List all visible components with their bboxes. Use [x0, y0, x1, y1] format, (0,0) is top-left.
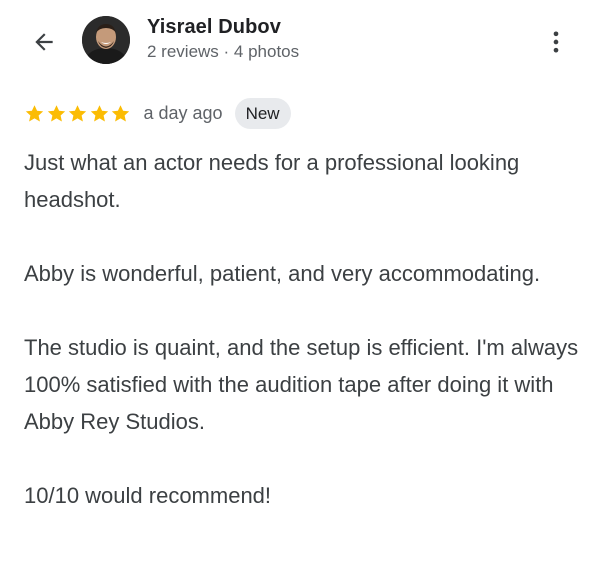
reviewer-stats: 2 reviews · 4 photos — [147, 42, 300, 61]
profile-photo — [82, 16, 130, 64]
more-options-button[interactable] — [540, 22, 572, 62]
arrow-left-icon — [35, 33, 53, 51]
review-paragraph: The studio is quaint, and the setup is e… — [24, 335, 579, 434]
review-paragraph: Abby is wonderful, patient, and very acc… — [24, 261, 541, 286]
avatar[interactable] — [82, 16, 130, 64]
back-button[interactable] — [24, 22, 64, 62]
new-badge: New — [234, 97, 291, 129]
star-icon — [47, 104, 65, 121]
review-paragraph: Just what an actor needs for a professio… — [24, 150, 520, 212]
review-paragraph: 10/10 would recommend! — [24, 483, 272, 508]
review-detail-screen: Yisrael Dubov 2 reviews · 4 photos a day… — [0, 0, 600, 576]
review-body: Just what an actor needs for a professio… — [24, 144, 584, 514]
star-icon — [68, 104, 87, 121]
star-rating — [24, 103, 132, 124]
star-icon — [111, 104, 130, 121]
reviewer-name[interactable]: Yisrael Dubov — [147, 16, 281, 39]
more-vert-icon — [553, 31, 559, 53]
review-date: a day ago — [143, 102, 223, 123]
star-icon — [90, 104, 108, 121]
rating-row: a day ago New — [24, 96, 291, 130]
star-icon — [25, 104, 44, 121]
